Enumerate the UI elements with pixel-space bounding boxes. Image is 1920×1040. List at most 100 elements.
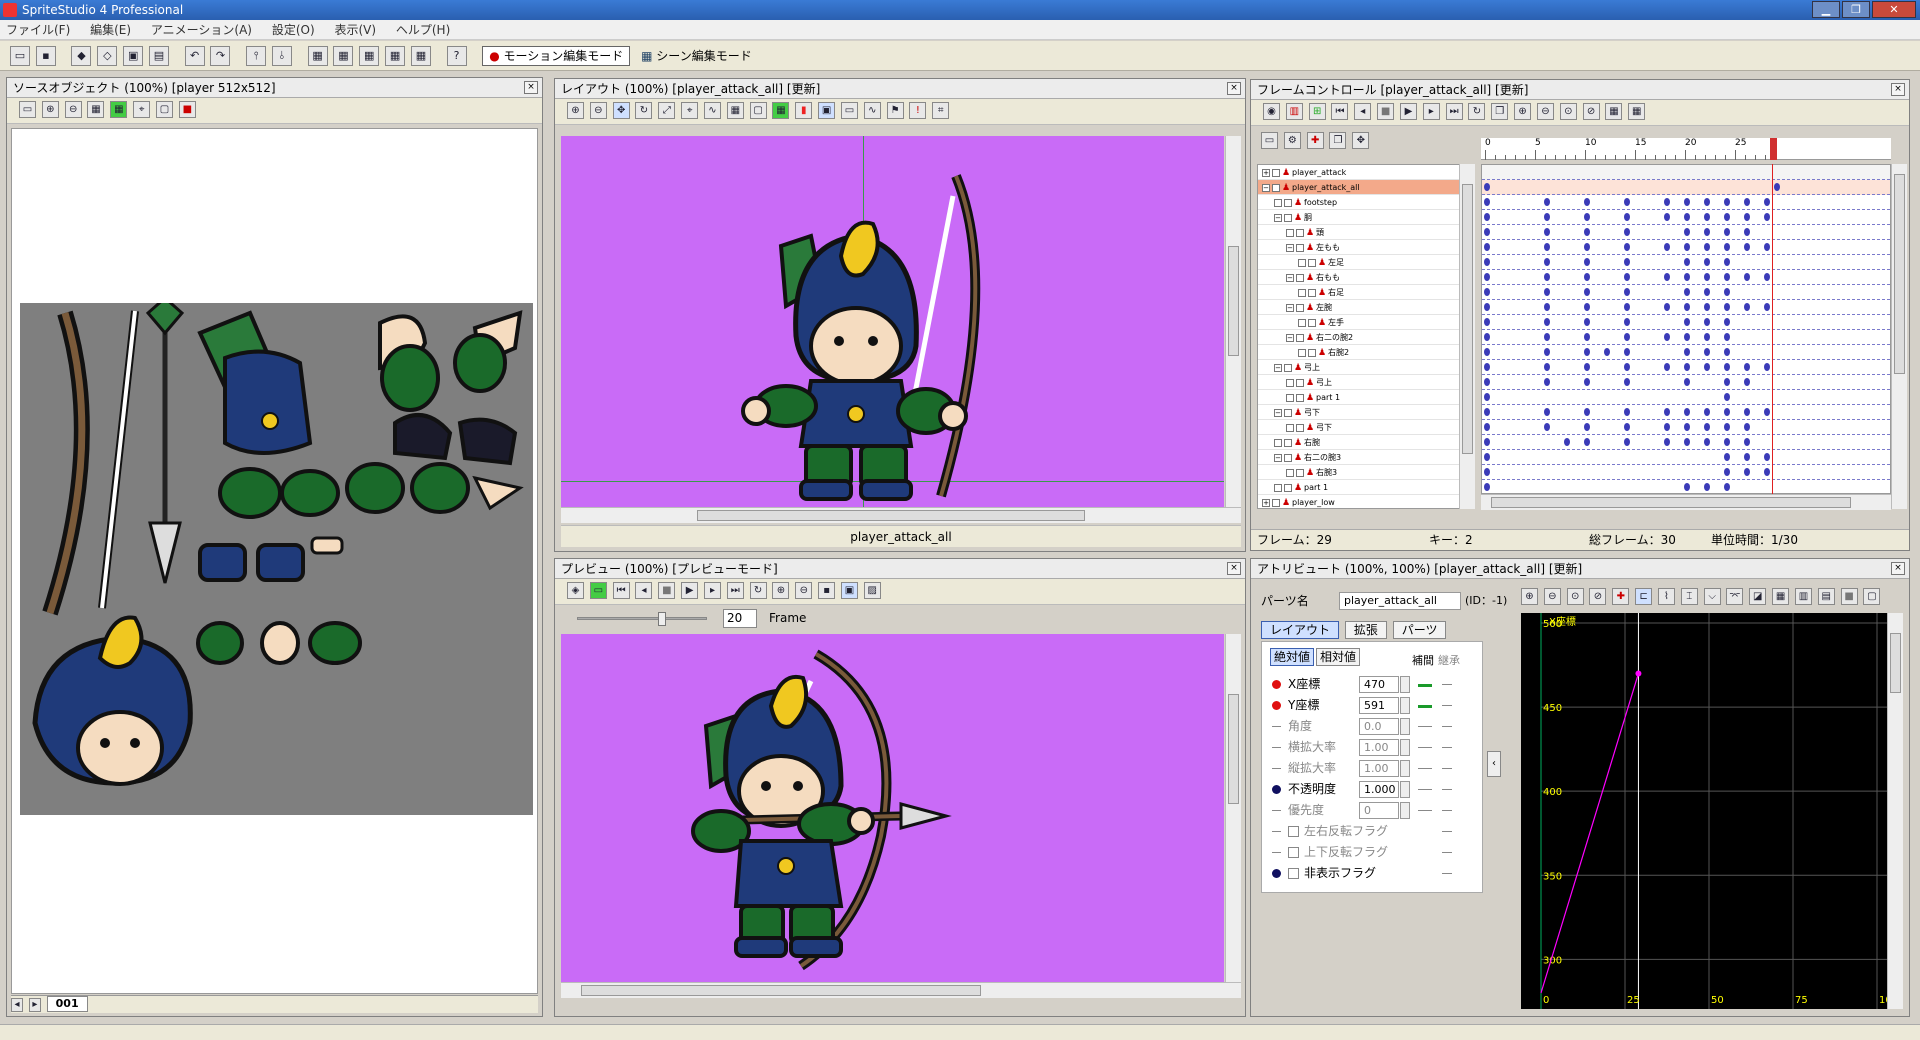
timeline-tree-row[interactable]: − ♟ 弓上: [1258, 360, 1474, 375]
keyframe-marker[interactable]: [1584, 318, 1590, 326]
keyframe-marker[interactable]: [1484, 453, 1490, 461]
keyframe-marker[interactable]: [1544, 408, 1550, 416]
color-icon[interactable]: ▮: [795, 102, 813, 119]
timeline-tree-row[interactable]: ♟ part 1: [1258, 390, 1474, 405]
keyframe-marker[interactable]: [1624, 198, 1630, 206]
loop-icon[interactable]: ↻: [1468, 103, 1486, 120]
keyframe-marker[interactable]: [1724, 303, 1730, 311]
curve-b-icon[interactable]: ⌶: [1680, 588, 1698, 605]
keyframe-marker[interactable]: [1484, 258, 1490, 266]
expand-toggle[interactable]: −: [1274, 363, 1282, 372]
tab-layout[interactable]: レイアウト: [1261, 621, 1340, 639]
keyframe-marker[interactable]: [1624, 423, 1630, 431]
zoom-in-icon[interactable]: ⊕: [567, 102, 584, 119]
keyframe-marker[interactable]: [1744, 228, 1750, 236]
keyframe-marker[interactable]: [1744, 423, 1750, 431]
play-icon[interactable]: ▶: [1399, 103, 1417, 120]
keyframe-marker[interactable]: [1724, 258, 1730, 266]
keyframe-marker[interactable]: [1544, 288, 1550, 296]
keyframe-marker[interactable]: [1704, 318, 1710, 326]
duplicate-icon[interactable]: ❐: [1329, 132, 1347, 149]
keyframe-marker[interactable]: [1664, 408, 1670, 416]
stop-graph-icon[interactable]: ■: [1840, 588, 1858, 605]
expand-toggle[interactable]: [1286, 423, 1294, 432]
keyframe-marker[interactable]: [1624, 228, 1630, 236]
timeline-tree-row[interactable]: ♟ 弓上: [1258, 375, 1474, 390]
keyframe-marker[interactable]: [1724, 453, 1730, 461]
flag-icon[interactable]: ⚑: [886, 102, 904, 119]
screen-icon[interactable]: ▣: [818, 102, 836, 119]
graph-collapse-button[interactable]: ‹: [1487, 751, 1501, 777]
timeline-tree-row[interactable]: ♟ footstep: [1258, 195, 1474, 210]
keyframe-marker[interactable]: [1624, 348, 1630, 356]
keyframe-marker[interactable]: [1604, 348, 1610, 356]
expand-toggle[interactable]: −: [1262, 183, 1270, 192]
keyframe-marker[interactable]: [1664, 363, 1670, 371]
keyframe-marker[interactable]: [1584, 303, 1590, 311]
keyframe-marker[interactable]: [1744, 213, 1750, 221]
keyframe-marker[interactable]: [1704, 423, 1710, 431]
timeline-hscroll[interactable]: [1481, 494, 1891, 510]
keyframe-marker[interactable]: [1744, 363, 1750, 371]
visibility-toggle[interactable]: [1284, 438, 1292, 447]
keyframe-marker[interactable]: [1664, 303, 1670, 311]
tab-relative[interactable]: 相対値: [1316, 648, 1361, 666]
close-button[interactable]: ✕: [1872, 1, 1916, 18]
keyframe-marker[interactable]: [1484, 243, 1490, 251]
keyframe-marker[interactable]: [1764, 303, 1770, 311]
curve-d-icon[interactable]: ⌤: [1726, 588, 1744, 605]
zoom-in-icon[interactable]: ⊕: [1521, 588, 1538, 605]
visibility-toggle[interactable]: [1272, 183, 1280, 192]
keyframe-marker[interactable]: [1724, 378, 1730, 386]
keyframe-marker[interactable]: [1744, 468, 1750, 476]
keyframe-marker[interactable]: [1624, 258, 1630, 266]
keyframe-marker[interactable]: [1684, 258, 1690, 266]
play-icon[interactable]: ▶: [681, 582, 699, 599]
keyframe-marker[interactable]: [1684, 273, 1690, 281]
keyframe-marker[interactable]: [1704, 243, 1710, 251]
keyframe-dot-icon[interactable]: [1272, 680, 1281, 689]
keyframe-marker[interactable]: [1724, 483, 1730, 491]
new-part-icon[interactable]: ▭: [1261, 132, 1278, 149]
first-frame-icon[interactable]: ⏮: [612, 582, 630, 599]
keyframe-marker[interactable]: [1724, 363, 1730, 371]
keyframe-marker[interactable]: [1684, 363, 1690, 371]
timeline-tree-row[interactable]: ♟ 右腕2: [1258, 345, 1474, 360]
scale-tool-icon[interactable]: ⤢: [658, 102, 676, 119]
export-icon[interactable]: ◇: [97, 46, 118, 66]
zoom-out-icon[interactable]: ⊖: [1536, 103, 1554, 120]
timeline-tree-row[interactable]: − ♟ 左もも: [1258, 240, 1474, 255]
zoom-out-icon[interactable]: ⊖: [64, 101, 82, 118]
alert-icon[interactable]: !: [909, 102, 927, 119]
menu-file[interactable]: ファイル(F): [6, 23, 70, 37]
layout-vscroll[interactable]: [1225, 136, 1241, 507]
save-all-icon[interactable]: ▣: [123, 46, 144, 66]
keyframe-marker[interactable]: [1484, 483, 1490, 491]
keyframe-marker[interactable]: [1764, 198, 1770, 206]
graph-keypoint[interactable]: [1635, 670, 1642, 677]
keyframe-marker[interactable]: [1484, 198, 1490, 206]
expand-toggle[interactable]: [1286, 228, 1294, 237]
keyframe-marker[interactable]: [1684, 228, 1690, 236]
keyframe-marker[interactable]: [1584, 288, 1590, 296]
keyframe-marker[interactable]: [1704, 303, 1710, 311]
graph-vscroll[interactable]: [1887, 613, 1903, 1009]
expand-toggle[interactable]: [1274, 483, 1282, 492]
attr-value-field[interactable]: 1.00: [1359, 739, 1399, 756]
keyframe-marker[interactable]: [1684, 243, 1690, 251]
visibility-toggle[interactable]: [1272, 498, 1280, 507]
timeline-tree-row[interactable]: ♟ part 1: [1258, 480, 1474, 495]
zoom-in-icon[interactable]: ⊕: [772, 582, 790, 599]
open-image-icon[interactable]: ▭: [19, 101, 36, 118]
expand-toggle[interactable]: −: [1274, 408, 1282, 417]
keyframe-marker[interactable]: [1744, 198, 1750, 206]
layout-canvas[interactable]: [561, 136, 1224, 507]
zoom-v-icon[interactable]: ⊘: [1589, 588, 1607, 605]
display-icon[interactable]: ▭: [840, 102, 858, 119]
menu-edit[interactable]: 編集(E): [90, 23, 131, 37]
insert-frame-icon[interactable]: ⊞: [1308, 103, 1326, 120]
attr-checkbox[interactable]: [1288, 868, 1299, 879]
visibility-toggle[interactable]: [1296, 468, 1304, 477]
expand-toggle[interactable]: −: [1286, 273, 1294, 282]
zoom-out-icon[interactable]: ⊖: [589, 102, 607, 119]
